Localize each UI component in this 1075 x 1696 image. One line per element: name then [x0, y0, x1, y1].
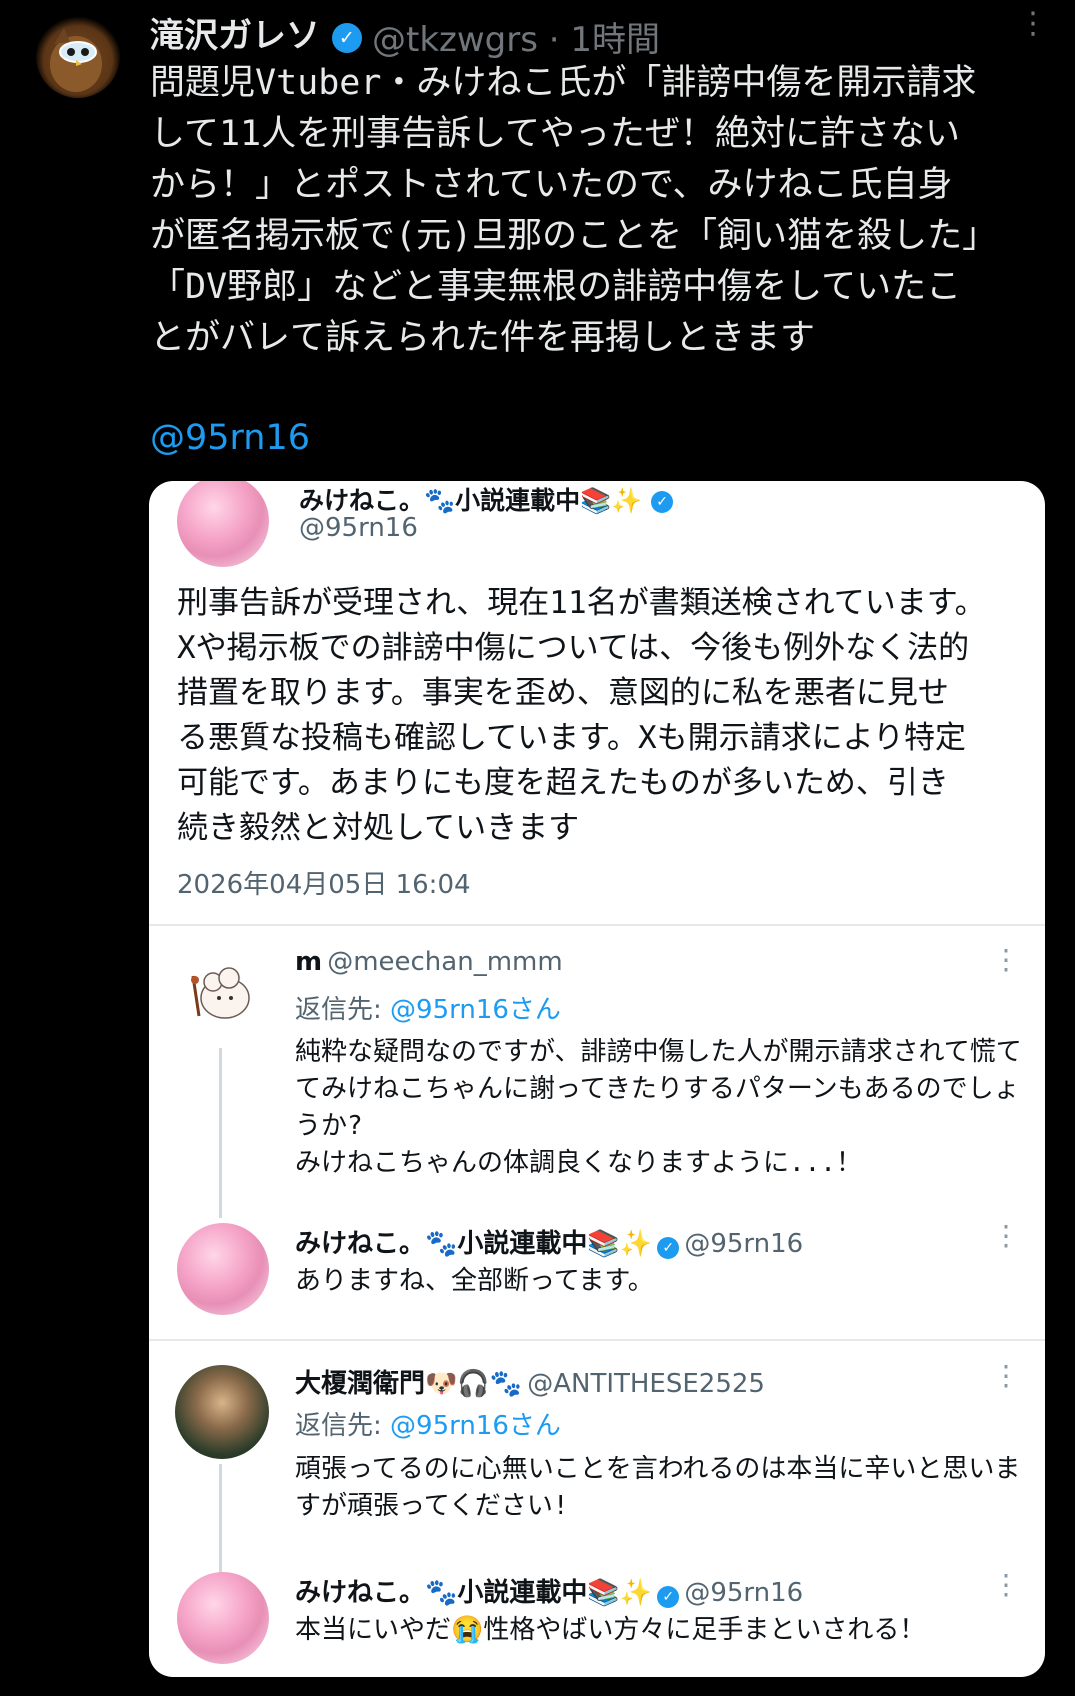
reply-to-mention[interactable]: @95rn16さん — [390, 1411, 561, 1441]
reply-author-handle: @ANTITHESE2525 — [527, 1369, 765, 1399]
meta-separator: · — [548, 20, 560, 60]
reply-author-name: 大榎潤衛門🐶🎧🐾 — [295, 1369, 523, 1399]
reply-text: 頑張ってるのに心無いことを言われるのは本当に辛いと思いま すが頑張ってください! — [295, 1454, 1021, 1521]
reply-author-handle: @95rn16 — [684, 1229, 804, 1259]
mikeneko-avatar[interactable] — [177, 481, 269, 567]
m-avatar[interactable] — [177, 952, 263, 1038]
outer-tweet-time: 1時間 — [570, 20, 661, 60]
reply-author-name: みけねこ。🐾小説連載中📚✨ — [295, 1578, 653, 1608]
reply-author-handle: @95rn16 — [684, 1578, 804, 1608]
reply-author-handle: @meechan_mmm — [327, 947, 563, 977]
verified-badge-icon: ✓ — [651, 491, 674, 513]
verified-badge-icon: ✓ — [657, 1236, 680, 1259]
embedded-screenshot-card[interactable]: みけねこ。🐾小説連載中📚✨ ✓ @95rn16 刑事告訴が受理され、現在11名が… — [149, 481, 1045, 1677]
mikeneko-avatar[interactable] — [177, 1223, 269, 1315]
outer-author-name-text: 滝沢ガレソ — [150, 16, 320, 56]
reply-to-line: 返信先: @95rn16さん — [295, 1405, 561, 1442]
reply-to-line: 返信先: @95rn16さん — [295, 989, 561, 1026]
quoted-post-text: 刑事告訴が受理され、現在11名が書類送検されています。 Xや掲示板での誹謗中傷に… — [177, 585, 986, 846]
reply-header[interactable]: 大榎潤衛門🐶🎧🐾 @ANTITHESE2525 — [295, 1363, 765, 1400]
outer-author-avatar[interactable] — [36, 14, 120, 98]
verified-badge-icon: ✓ — [657, 1585, 680, 1608]
reply-author-name: m — [295, 947, 323, 977]
more-options-icon[interactable]: ⋮ — [992, 946, 1020, 974]
reply-header[interactable]: みけねこ。🐾小説連載中📚✨ ✓ @95rn16 — [295, 1572, 803, 1609]
reply-text: 本当にいやだ😭性格やばい方々に足手まといされる！ — [295, 1615, 926, 1645]
reply-header[interactable]: みけねこ。🐾小説連載中📚✨ ✓ @95rn16 — [295, 1223, 803, 1260]
reply-text: 純粋な疑問なのですが、誹謗中傷した人が開示請求されて慌て てみけねこちゃんに謝っ… — [295, 1037, 1022, 1178]
quoted-author-handle[interactable]: @95rn16 — [299, 513, 418, 543]
quoted-author-name-text: みけねこ。🐾小説連載中📚✨ — [299, 486, 643, 515]
outer-author-meta[interactable]: @tkzwgrs · 1時間 — [372, 12, 660, 61]
more-options-icon[interactable]: ⋮ — [992, 1222, 1020, 1250]
reply-to-label: 返信先: — [295, 1411, 391, 1441]
verified-badge-icon: ✓ — [331, 22, 362, 53]
cloud-character-icon — [191, 967, 250, 1019]
reply-text: ありますね、全部断ってます。 — [295, 1266, 654, 1296]
reply-author-name: みけねこ。🐾小説連載中📚✨ — [295, 1229, 653, 1259]
outer-author-name[interactable]: 滝沢ガレソ ✓ — [150, 8, 362, 57]
more-options-icon[interactable]: ⋮ — [1018, 9, 1048, 58]
brown-bird-icon — [50, 28, 102, 92]
outer-tweet-mention[interactable]: @95rn16 — [150, 418, 310, 458]
thread-connector — [219, 1048, 222, 1218]
outer-tweet-text: 問題児Vtuber・みけねこ氏が「誹謗中傷を開示請求 して11人を刑事告訴してや… — [150, 63, 998, 358]
quoted-post-date[interactable]: 2026年04月05日 16:04 — [177, 864, 471, 901]
quoted-author-name[interactable]: みけねこ。🐾小説連載中📚✨ ✓ — [299, 481, 674, 517]
reply-header[interactable]: m @meechan_mmm — [295, 947, 563, 977]
divider — [149, 1339, 1045, 1341]
reply-to-mention[interactable]: @95rn16さん — [390, 995, 561, 1025]
outer-author-handle: @tkzwgrs — [372, 20, 538, 60]
reply-to-label: 返信先: — [295, 995, 391, 1025]
more-options-icon[interactable]: ⋮ — [992, 1362, 1020, 1390]
antithese-avatar[interactable] — [175, 1365, 269, 1459]
mikeneko-avatar[interactable] — [177, 1572, 269, 1664]
divider — [149, 924, 1045, 926]
more-options-icon[interactable]: ⋮ — [992, 1571, 1020, 1599]
